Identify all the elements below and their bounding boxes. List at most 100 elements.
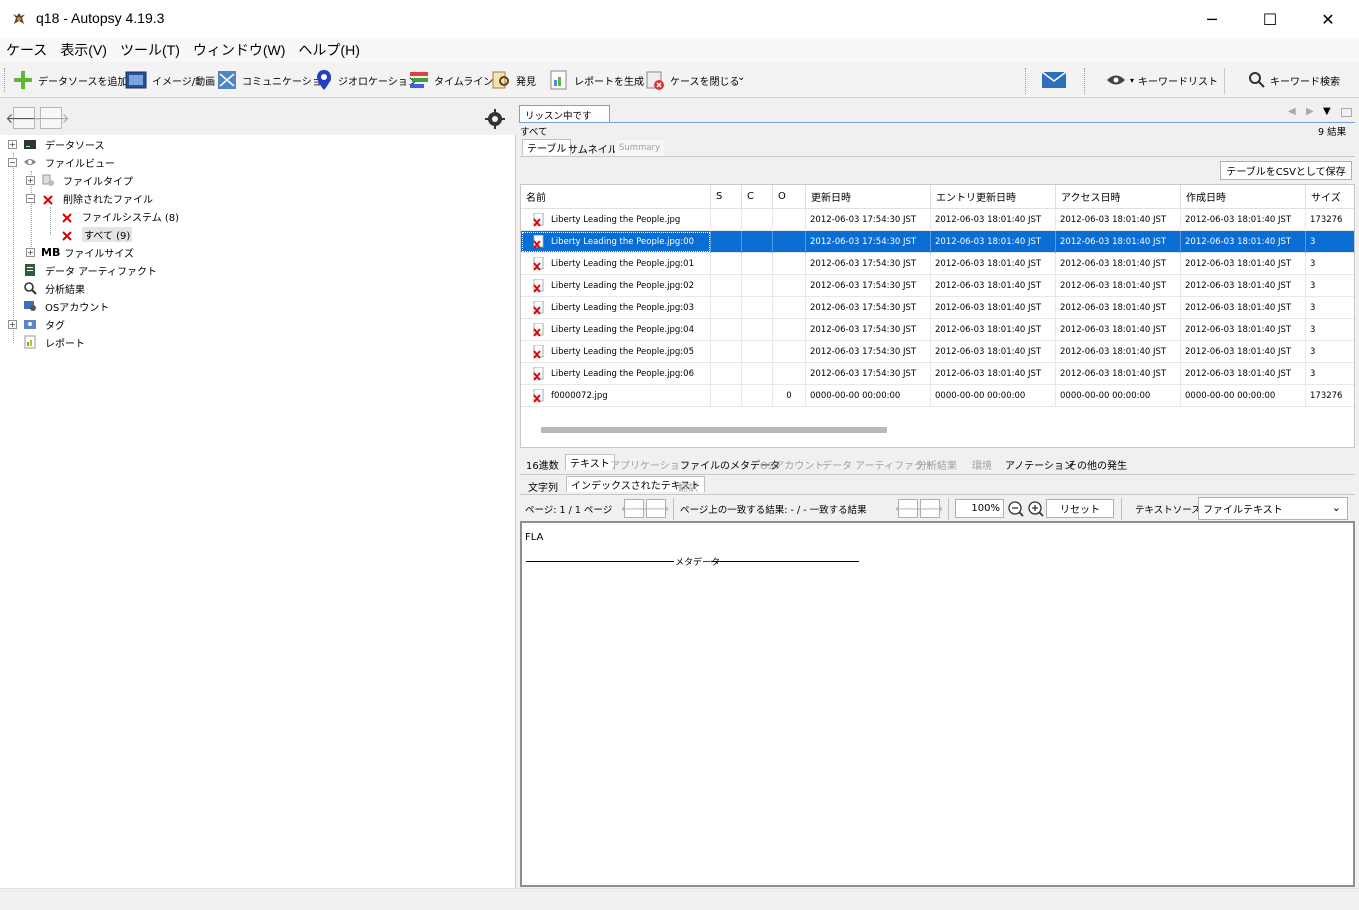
maximize-pane-icon[interactable]: [1341, 108, 1352, 117]
table-cell-c: [742, 231, 773, 253]
menu-tools[interactable]: ツール(T): [120, 40, 180, 60]
table-row[interactable]: Liberty Leading the People.jpg:00 2012-06…: [521, 231, 1354, 253]
tree-item-reports[interactable]: レポート: [23, 333, 85, 351]
tab-analysis-results[interactable]: 分析結果: [913, 456, 961, 472]
column-header-changed[interactable]: エントリ更新日時: [931, 185, 1056, 209]
table-row[interactable]: Liberty Leading the People.jpg:03 2012-06…: [521, 297, 1354, 319]
menu-case[interactable]: ケース: [6, 40, 47, 60]
prev-page-arrow-icon[interactable]: 🡐: [621, 499, 647, 518]
table-cell-mod: 2012-06-03 17:54:30 JST: [806, 341, 931, 363]
tab-listening[interactable]: リッスン中です: [519, 105, 610, 123]
tab-thumbnail[interactable]: サムネイル: [564, 140, 622, 156]
file-name: Liberty Leading the People.jpg:05: [551, 347, 694, 357]
expand-icon[interactable]: +: [8, 319, 17, 329]
add-datasource-button[interactable]: データソースを追加: [12, 65, 128, 95]
indexed-text-content[interactable]: FLA メタデータ: [520, 521, 1355, 887]
tree-item-datasource[interactable]: + データソース: [8, 135, 105, 153]
column-header-modified[interactable]: 更新日時: [806, 185, 931, 209]
menu-help[interactable]: ヘルプ(H): [298, 40, 359, 60]
file-name: Liberty Leading the People.jpg:00: [551, 237, 694, 247]
table-row[interactable]: Liberty Leading the People.jpg:06 2012-06…: [521, 363, 1354, 385]
column-header-created[interactable]: 作成日時: [1181, 185, 1306, 209]
tree-item-all[interactable]: すべて (9): [60, 225, 133, 243]
maximize-button[interactable]: ☐: [1241, 0, 1299, 38]
file-name: Liberty Leading the People.jpg:04: [551, 325, 694, 335]
table-cell-s: [711, 341, 742, 363]
close-button[interactable]: ✕: [1299, 0, 1357, 38]
table-row[interactable]: Liberty Leading the People.jpg 2012-06-03…: [521, 209, 1354, 231]
tree-item-filesystem[interactable]: ファイルシステム (8): [60, 207, 179, 225]
gear-icon[interactable]: [484, 108, 506, 130]
tab-dropdown-icon[interactable]: ▼: [1323, 106, 1331, 117]
file-name: Liberty Leading the People.jpg:01: [551, 259, 694, 269]
tree-item-fileview[interactable]: − ファイルビュー: [8, 153, 115, 171]
tab-scroll-left-icon[interactable]: ◀: [1288, 106, 1296, 117]
expand-icon[interactable]: +: [26, 175, 35, 185]
menu-bar: ケース 表示(V) ツール(T) ウィンドウ(W) ヘルプ(H): [0, 38, 1359, 62]
deleted-file-icon: [62, 231, 72, 241]
table-row[interactable]: Liberty Leading the People.jpg:05 2012-06…: [521, 341, 1354, 363]
prev-match-arrow-icon[interactable]: 🡐: [895, 499, 921, 518]
table-row[interactable]: Liberty Leading the People.jpg:04 2012-06…: [521, 319, 1354, 341]
table-cell-mod: 2012-06-03 17:54:30 JST: [806, 275, 931, 297]
forward-arrow-icon[interactable]: 🡒: [32, 107, 70, 129]
collapse-icon[interactable]: −: [26, 193, 35, 203]
tab-strings[interactable]: 文字列: [524, 478, 562, 494]
geolocation-button[interactable]: ジオロケーション: [314, 65, 418, 95]
column-header-size[interactable]: サイズ: [1306, 185, 1354, 209]
generate-report-button[interactable]: レポートを生成: [548, 65, 644, 95]
tree-item-tags[interactable]: + タグ: [8, 315, 65, 333]
minimize-button[interactable]: ─: [1183, 0, 1241, 38]
tab-other-occurrences[interactable]: その他の発生: [1063, 456, 1131, 472]
tree-item-deleted[interactable]: − 削除されたファイル: [26, 189, 153, 207]
save-csv-button[interactable]: テーブルをCSVとして保存: [1220, 161, 1352, 180]
keyword-search-button[interactable]: キーワード検索: [1248, 65, 1340, 95]
table-row[interactable]: Liberty Leading the People.jpg:02 2012-06…: [521, 275, 1354, 297]
table-row[interactable]: f0000072.jpg 0 0000-00-00 00:00:00 0000-00-…: [521, 385, 1354, 407]
images-video-button[interactable]: イメージ/動画: [124, 65, 215, 95]
column-header-c[interactable]: C: [742, 185, 773, 209]
tree-item-filesize[interactable]: + MB ファイルサイズ: [26, 243, 134, 261]
content-rule: [526, 561, 674, 562]
tab-context[interactable]: 環境: [968, 456, 996, 472]
reset-zoom-button[interactable]: リセット: [1046, 499, 1114, 518]
tree-item-analysis-results[interactable]: 分析結果: [23, 279, 85, 297]
expand-icon[interactable]: +: [26, 247, 35, 257]
discovery-button[interactable]: 発見: [490, 65, 536, 95]
tab-hex[interactable]: 16進数: [522, 456, 563, 472]
next-page-arrow-icon[interactable]: 🡒: [643, 499, 669, 518]
tree-item-filetype[interactable]: + ファイルタイプ: [26, 171, 133, 189]
table-cell-s: [711, 319, 742, 341]
menu-view[interactable]: 表示(V): [60, 40, 107, 60]
tab-summary[interactable]: Summary: [615, 140, 665, 156]
images-video-label: イメージ/動画: [152, 76, 216, 88]
next-match-arrow-icon[interactable]: 🡒: [917, 499, 943, 518]
table-cell-c: [742, 275, 773, 297]
tab-translation[interactable]: 翻訳: [674, 478, 702, 494]
tree-item-os-accounts[interactable]: OSアカウント: [23, 297, 109, 315]
text-source-select[interactable]: ファイルテキスト ⌄: [1198, 497, 1348, 520]
table-row[interactable]: Liberty Leading the People.jpg:01 2012-06…: [521, 253, 1354, 275]
autopsy-logo-icon: [13, 13, 25, 24]
zoom-in-icon[interactable]: [1027, 500, 1045, 518]
zoom-input[interactable]: 100%: [955, 499, 1004, 518]
column-header-s[interactable]: S: [711, 185, 742, 209]
table-cell-chg: 2012-06-03 18:01:40 JST: [931, 275, 1056, 297]
horizontal-scrollbar-thumb[interactable]: [541, 427, 887, 433]
os-account-icon: [24, 301, 36, 311]
timeline-button[interactable]: タイムライン: [408, 65, 493, 95]
expand-icon[interactable]: +: [8, 139, 17, 149]
toolbar-overflow-chevron-icon[interactable]: ⌄: [737, 72, 745, 83]
column-header-accessed[interactable]: アクセス日時: [1056, 185, 1181, 209]
column-header-o[interactable]: O: [773, 185, 806, 209]
tab-scroll-right-icon[interactable]: ▶: [1306, 106, 1314, 117]
collapse-icon[interactable]: −: [8, 157, 17, 167]
email-button[interactable]: [1041, 65, 1071, 95]
tree-item-data-artifacts[interactable]: データ アーティファクト: [23, 261, 157, 279]
column-header-name[interactable]: 名前: [521, 185, 711, 209]
keyword-list-button[interactable]: ▾ キーワードリスト: [1106, 65, 1218, 95]
menu-window[interactable]: ウィンドウ(W): [193, 40, 286, 60]
table-cell-cr: 2012-06-03 18:01:40 JST: [1181, 341, 1306, 363]
zoom-out-icon[interactable]: [1007, 500, 1025, 518]
close-case-button[interactable]: ケースを閉じる: [644, 65, 740, 95]
